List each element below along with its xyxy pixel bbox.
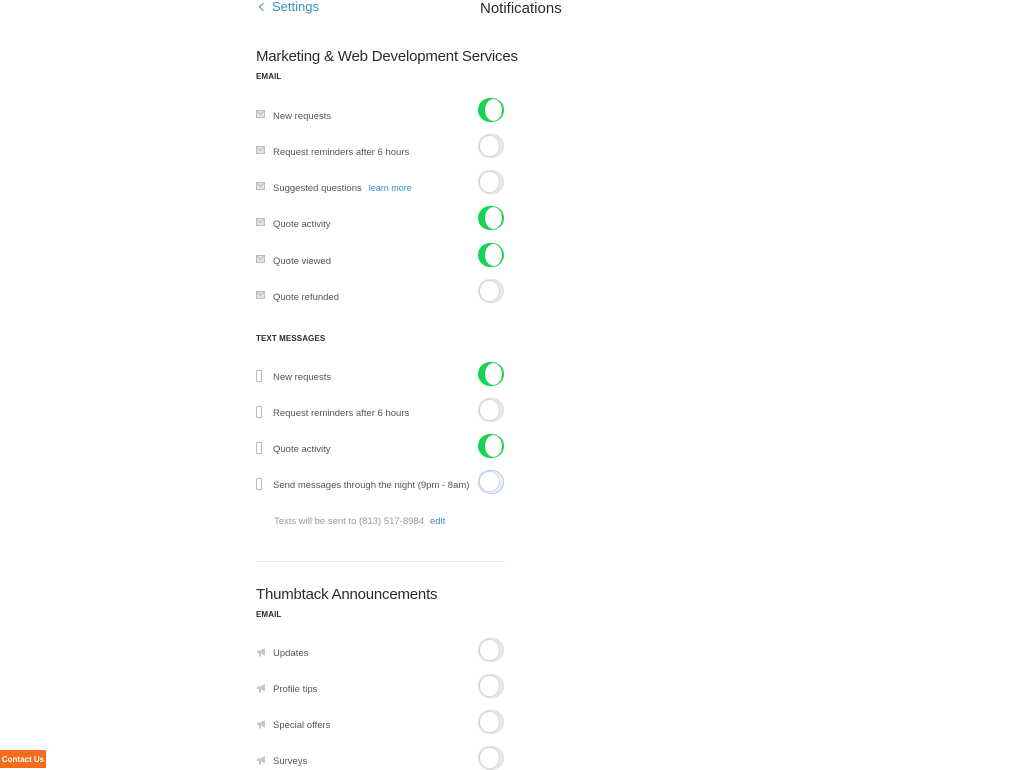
announcement-row-special-offers: Special offers [256,710,506,751]
toggle-email-suggested-questions[interactable] [478,170,504,194]
email-row-request-reminders: Request reminders after 6 hours [256,134,506,178]
page-title: Notifications [480,0,562,17]
text-item-label: Request reminders after 6 hours [273,408,410,419]
text-row-new-requests: New requests [256,362,506,402]
megaphone-icon [257,756,265,765]
announcement-item-label: Profile tips [273,684,318,695]
email-item-label: Quote refunded [273,292,340,303]
announcement-item-label: Updates [273,648,309,659]
contact-us-button[interactable]: Contact Us [0,750,46,768]
toggle-announcement-profile-tips[interactable] [478,674,504,698]
section-divider [256,561,505,562]
chevron-left-icon [258,2,268,12]
settings-back-link[interactable]: Settings [258,0,319,14]
announcement-row-profile-tips: Profile tips [256,674,506,715]
envelope-icon [256,146,265,154]
email-subheading: EMAIL [256,72,282,81]
toggle-text-new-requests[interactable] [478,362,504,386]
toggle-announcement-updates[interactable] [478,638,504,662]
edit-phone-link[interactable]: edit [430,516,445,527]
text-messages-subheading: TEXT MESSAGES [256,334,326,343]
section-title-announcements: Thumbtack Announcements [256,586,438,603]
suggested-questions-text: Suggested questions [273,183,362,194]
announcements-email-subheading: EMAIL [256,610,282,619]
toggle-text-overnight[interactable] [478,470,504,494]
email-row-quote-activity: Quote activity [256,206,506,250]
toggle-text-request-reminders[interactable] [478,398,504,422]
text-row-overnight: Send messages through the night (9pm - 8… [256,470,506,510]
text-row-request-reminders: Request reminders after 6 hours [256,398,506,438]
envelope-icon [256,291,265,299]
email-item-label: Suggested questions learn more [273,183,412,194]
email-row-quote-viewed: Quote viewed [256,243,506,287]
toggle-email-quote-viewed[interactable] [478,243,504,267]
announcement-row-surveys: Surveys [256,746,506,770]
phone-icon [256,442,262,454]
section-title-marketing: Marketing & Web Development Services [256,48,518,65]
megaphone-icon [257,648,265,657]
email-item-label: New requests [273,111,332,122]
phone-note-text: Texts will be sent to (813) 517-8984 [274,516,424,527]
toggle-email-new-requests[interactable] [478,98,504,122]
email-item-label: Quote activity [273,219,331,230]
toggle-email-quote-refunded[interactable] [478,279,504,303]
toggle-announcement-surveys[interactable] [478,746,504,770]
email-row-new-requests: New requests [256,98,506,142]
toggle-email-quote-activity[interactable] [478,206,504,230]
settings-back-label: Settings [272,0,319,14]
phone-icon [256,406,262,418]
envelope-icon [256,182,265,190]
envelope-icon [256,218,265,226]
email-item-label: Request reminders after 6 hours [273,147,410,158]
toggle-email-request-reminders[interactable] [478,134,504,158]
announcement-row-updates: Updates [256,638,506,679]
megaphone-icon [257,684,265,693]
envelope-icon [256,110,265,118]
text-item-label: Send messages through the night (9pm - 8… [273,480,470,491]
email-row-suggested-questions: Suggested questions learn more [256,170,506,214]
email-row-quote-refunded: Quote refunded [256,279,506,323]
toggle-text-quote-activity[interactable] [478,434,504,458]
text-item-label: New requests [273,372,332,383]
megaphone-icon [257,720,265,729]
phone-icon [256,370,262,382]
email-item-label: Quote viewed [273,256,332,267]
announcement-item-label: Surveys [273,756,308,767]
text-item-label: Quote activity [273,444,331,455]
phone-icon [256,478,262,490]
text-row-quote-activity: Quote activity [256,434,506,474]
phone-note: Texts will be sent to (813) 517-8984 edit [274,516,445,527]
learn-more-link[interactable]: learn more [369,183,412,193]
envelope-icon [256,255,265,263]
toggle-announcement-special-offers[interactable] [478,710,504,734]
announcement-item-label: Special offers [273,720,331,731]
